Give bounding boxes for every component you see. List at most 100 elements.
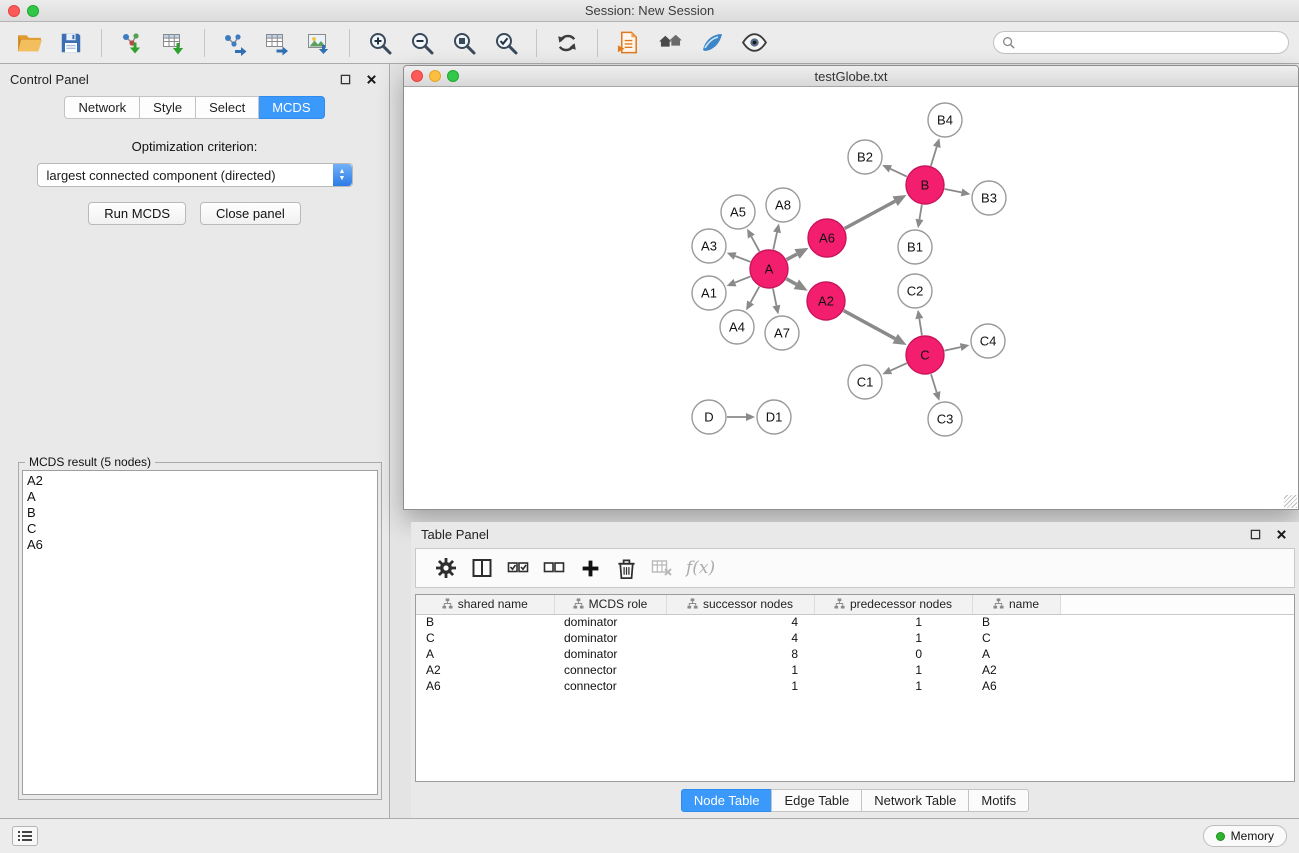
run-mcds-button[interactable]: Run MCDS <box>88 202 186 225</box>
function-builder-icon[interactable]: f(x) <box>686 558 715 578</box>
column-header-successor-nodes[interactable]: successor nodes <box>666 595 814 614</box>
edge-A2-C[interactable] <box>844 311 896 339</box>
table-cell[interactable]: dominator <box>554 630 666 646</box>
node-B2[interactable]: B2 <box>848 140 882 174</box>
document-icon[interactable] <box>610 26 646 60</box>
table-cell[interactable]: A6 <box>416 678 554 694</box>
edge-C-C4[interactable] <box>945 347 961 351</box>
select-all-icon[interactable] <box>502 552 534 584</box>
node-D[interactable]: D <box>692 400 726 434</box>
table-cell[interactable]: A <box>416 646 554 662</box>
close-table-panel-icon[interactable] <box>1273 526 1289 542</box>
network-canvas[interactable]: B4B2BB3A5A8A6B1A3AC2A1A2A4A7C4CC1C3DD1 <box>404 87 1298 509</box>
columns-icon[interactable] <box>466 552 498 584</box>
table-cell[interactable]: C <box>972 630 1060 646</box>
node-A5[interactable]: A5 <box>721 195 755 229</box>
table-cell[interactable]: 0 <box>814 646 972 662</box>
table-cell[interactable]: 1 <box>814 630 972 646</box>
close-window-button[interactable] <box>8 5 20 17</box>
clear-selection-icon[interactable] <box>538 552 570 584</box>
node-A[interactable]: A <box>750 250 788 288</box>
tab-select[interactable]: Select <box>196 96 259 119</box>
node-A7[interactable]: A7 <box>765 316 799 350</box>
tab-node-table[interactable]: Node Table <box>681 789 773 812</box>
zoom-out-icon[interactable] <box>404 26 440 60</box>
delete-column-icon[interactable] <box>610 552 642 584</box>
refresh-icon[interactable] <box>549 26 585 60</box>
node-A2[interactable]: A2 <box>807 282 845 320</box>
table-cell[interactable]: connector <box>554 662 666 678</box>
close-panel-icon[interactable] <box>363 71 379 87</box>
settings-icon[interactable] <box>430 552 462 584</box>
edge-A-A3[interactable] <box>735 256 750 262</box>
edge-B-B2[interactable] <box>890 169 907 177</box>
import-network-icon[interactable] <box>114 26 150 60</box>
network-canvas-area[interactable]: B4B2BB3A5A8A6B1A3AC2A1A2A4A7C4CC1C3DD1 <box>404 87 1298 509</box>
resize-grip-icon[interactable] <box>1284 495 1297 508</box>
edge-C-C1[interactable] <box>891 363 907 370</box>
zoom-in-icon[interactable] <box>362 26 398 60</box>
task-history-button[interactable] <box>12 826 38 846</box>
node-D1[interactable]: D1 <box>757 400 791 434</box>
node-B[interactable]: B <box>906 166 944 204</box>
edge-A-A7[interactable] <box>773 289 776 306</box>
node-A1[interactable]: A1 <box>692 276 726 310</box>
edge-A-A4[interactable] <box>751 287 760 303</box>
table-cell[interactable]: B <box>416 614 554 630</box>
table-cell[interactable]: 1 <box>666 662 814 678</box>
table-cell[interactable]: dominator <box>554 646 666 662</box>
table-cell[interactable]: 1 <box>814 678 972 694</box>
delete-table-icon[interactable] <box>646 552 678 584</box>
result-item[interactable]: A2 <box>27 473 373 489</box>
node-C[interactable]: C <box>906 336 944 374</box>
edge-A-A8[interactable] <box>773 232 777 249</box>
table-cell[interactable]: C <box>416 630 554 646</box>
minimize-view-button[interactable] <box>429 70 441 82</box>
table-row[interactable]: Adominator80A <box>416 646 1294 662</box>
result-item[interactable]: B <box>27 505 373 521</box>
table-cell[interactable]: A2 <box>972 662 1060 678</box>
memory-button[interactable]: Memory <box>1203 825 1287 847</box>
float-panel-icon[interactable] <box>337 71 353 87</box>
network-window-titlebar[interactable]: testGlobe.txt <box>404 66 1298 87</box>
table-cell[interactable]: A6 <box>972 678 1060 694</box>
tab-network-table[interactable]: Network Table <box>861 789 969 812</box>
export-network-icon[interactable] <box>217 26 253 60</box>
save-icon[interactable] <box>53 26 89 60</box>
column-header-shared-name[interactable]: shared name <box>416 595 554 614</box>
search-box[interactable] <box>993 31 1289 54</box>
table-cell[interactable]: connector <box>554 678 666 694</box>
paint-icon[interactable] <box>694 26 730 60</box>
result-item[interactable]: A <box>27 489 373 505</box>
node-table-container[interactable]: shared nameMCDS rolesuccessor nodesprede… <box>415 594 1295 782</box>
edge-C-C3[interactable] <box>931 374 937 392</box>
import-table-icon[interactable] <box>156 26 192 60</box>
table-cell[interactable]: 1 <box>814 662 972 678</box>
folder-open-icon[interactable] <box>11 26 47 60</box>
close-view-button[interactable] <box>411 70 423 82</box>
column-header-name[interactable]: name <box>972 595 1060 614</box>
node-C1[interactable]: C1 <box>848 365 882 399</box>
node-C4[interactable]: C4 <box>971 324 1005 358</box>
export-image-icon[interactable] <box>301 26 337 60</box>
column-header-mcds-role[interactable]: MCDS role <box>554 595 666 614</box>
table-cell[interactable]: B <box>972 614 1060 630</box>
table-cell[interactable]: 1 <box>666 678 814 694</box>
search-input[interactable] <box>1020 35 1280 50</box>
table-cell[interactable]: 1 <box>814 614 972 630</box>
zoom-fit-icon[interactable] <box>446 26 482 60</box>
close-panel-button[interactable]: Close panel <box>200 202 301 225</box>
export-table-icon[interactable] <box>259 26 295 60</box>
node-B3[interactable]: B3 <box>972 181 1006 215</box>
table-cell[interactable]: 4 <box>666 614 814 630</box>
table-cell[interactable]: 4 <box>666 630 814 646</box>
column-header-predecessor-nodes[interactable]: predecessor nodes <box>814 595 972 614</box>
table-cell[interactable]: dominator <box>554 614 666 630</box>
zoom-window-button[interactable] <box>27 5 39 17</box>
node-A4[interactable]: A4 <box>720 310 754 344</box>
table-cell[interactable]: 8 <box>666 646 814 662</box>
result-item[interactable]: A6 <box>27 537 373 553</box>
edge-B-B1[interactable] <box>919 205 921 220</box>
node-B4[interactable]: B4 <box>928 103 962 137</box>
table-cell[interactable]: A <box>972 646 1060 662</box>
